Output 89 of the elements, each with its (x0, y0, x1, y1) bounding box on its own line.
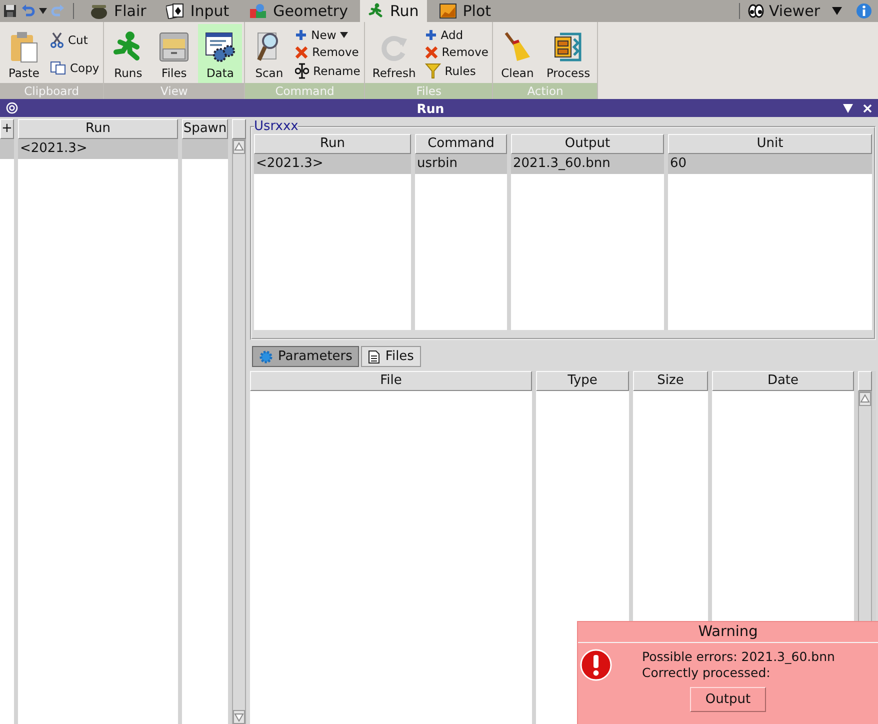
text-cursor-icon (295, 63, 310, 80)
column-header[interactable]: Type (536, 371, 629, 391)
tab[interactable]: Plot (430, 0, 500, 22)
ribbon-button[interactable]: Files (152, 24, 196, 83)
table-cell[interactable]: 2021.3_60.bnn (511, 154, 664, 174)
message-text: Possible errors: 2021.3_60.bnn (642, 649, 835, 665)
table-cell[interactable]: usrbin (415, 154, 507, 174)
group-label: View (104, 83, 244, 99)
ribbon-button[interactable]: Cut (48, 31, 102, 50)
group-label: Command (245, 83, 364, 99)
plot-icon (438, 3, 457, 19)
ribbon-button[interactable]: Add (422, 26, 490, 43)
column-header[interactable]: Command (415, 134, 507, 154)
shapes-icon (249, 3, 268, 19)
ribbon-button[interactable]: New (293, 26, 362, 43)
dropdown-icon[interactable] (832, 7, 842, 15)
error-icon (580, 649, 612, 681)
info-icon[interactable] (856, 3, 872, 19)
column-header[interactable]: Spawn (182, 119, 228, 139)
group-label: Files (365, 83, 492, 99)
scroll-up-icon[interactable] (859, 392, 871, 406)
column-header[interactable]: Size (633, 371, 708, 391)
save-icon (4, 5, 16, 17)
delete-icon (424, 46, 438, 59)
table-cell[interactable] (0, 139, 14, 159)
scroll-down-icon[interactable] (233, 710, 245, 724)
ribbon-button[interactable]: Runs (106, 24, 150, 83)
pot-icon (90, 3, 108, 19)
ribbon-button[interactable]: Refresh (367, 24, 421, 83)
plus-icon (424, 28, 437, 41)
scissors-icon (50, 32, 64, 48)
viewer-label[interactable]: Viewer (769, 2, 820, 20)
table-cell[interactable]: <2021.3> (18, 139, 178, 159)
scroll-up-icon[interactable] (233, 140, 245, 154)
dialog-title: Warning (578, 622, 878, 643)
close-icon[interactable] (863, 104, 872, 112)
table-cell[interactable] (182, 139, 228, 159)
cabinet-clamp-icon (552, 31, 584, 63)
column-header[interactable]: Run (18, 119, 178, 139)
ribbon-button[interactable]: Remove (293, 44, 362, 60)
caret-icon[interactable] (340, 32, 348, 38)
gear-icon (259, 350, 273, 364)
window-gears-icon (204, 31, 236, 63)
eyes-icon (748, 4, 764, 18)
scrollbar[interactable] (232, 139, 246, 724)
column-header[interactable]: Unit (668, 134, 872, 154)
ribbon-button[interactable]: Paste (2, 24, 46, 83)
refresh-icon (379, 33, 410, 63)
ribbon-button[interactable]: Scan (247, 24, 292, 83)
runner-icon (368, 3, 384, 19)
panel-title: Run (416, 100, 446, 116)
tab[interactable]: Input (158, 0, 238, 22)
document-icon (368, 350, 380, 364)
group-label: Clipboard (0, 83, 104, 99)
cabinet-icon (158, 31, 190, 63)
ribbon-button[interactable]: Data (198, 24, 242, 83)
ribbon-button[interactable]: Rules (422, 62, 490, 80)
column-header[interactable]: Output (511, 134, 664, 154)
ribbon-button[interactable]: Rename (293, 62, 362, 80)
column-header[interactable]: Run (254, 134, 411, 154)
frame-title: Usrxxx (254, 119, 298, 134)
dropdown-icon[interactable] (843, 104, 853, 112)
tab[interactable]: Geometry (241, 0, 356, 22)
column-header[interactable]: Date (712, 371, 854, 391)
ribbon-button[interactable]: Copy (48, 60, 102, 76)
tab[interactable]: Run (360, 0, 427, 22)
clipboard-icon (10, 31, 38, 63)
ribbon-button[interactable]: Remove (422, 44, 490, 60)
ribbon-button[interactable]: Clean (495, 24, 540, 83)
cards-icon (166, 3, 184, 19)
broom-icon (503, 31, 532, 63)
table-cell[interactable]: 60 (668, 154, 872, 174)
tab[interactable]: Files (361, 346, 421, 367)
message-text: Correctly processed: (642, 665, 772, 681)
tab[interactable]: Parameters (252, 346, 360, 367)
target-icon[interactable] (6, 102, 18, 114)
delete-icon (295, 46, 308, 59)
save-icon[interactable] (3, 4, 17, 18)
plus-icon (295, 28, 308, 41)
ribbon-button[interactable]: Process (541, 24, 596, 83)
copy-icon (50, 60, 66, 75)
funnel-icon (424, 63, 441, 80)
tab[interactable]: Flair (82, 0, 154, 22)
group-label: Action (493, 83, 598, 99)
column-header[interactable]: File (250, 371, 532, 391)
column-header[interactable]: + (0, 119, 14, 139)
caret-icon[interactable] (39, 8, 47, 14)
output-button[interactable]: Output (690, 687, 766, 712)
table-cell[interactable]: <2021.3> (254, 154, 411, 174)
